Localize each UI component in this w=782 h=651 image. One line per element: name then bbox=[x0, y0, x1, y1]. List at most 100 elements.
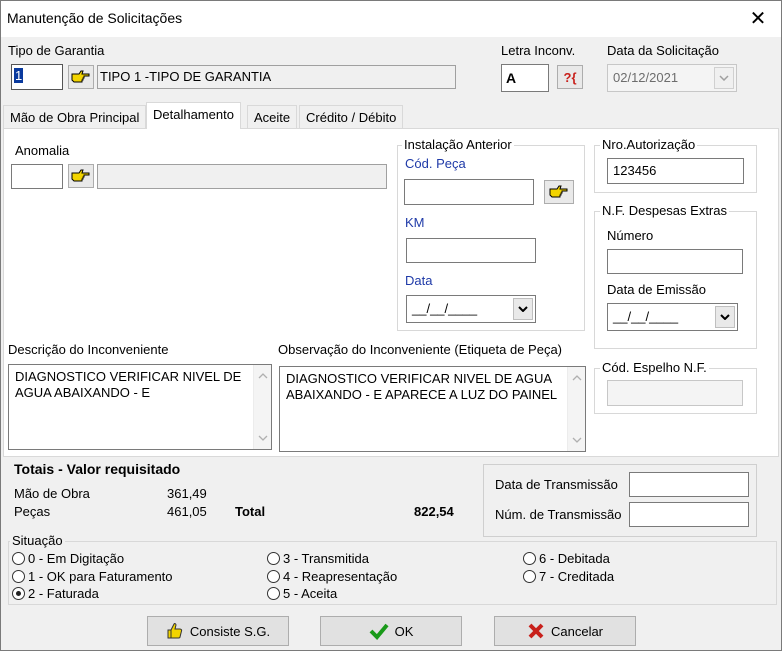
descricao-textarea[interactable]: DIAGNOSTICO VERIFICAR NIVEL DE AGUA ABAI… bbox=[8, 364, 272, 450]
data-emissao-label: Data de Emissão bbox=[607, 282, 706, 297]
km-label: KM bbox=[405, 215, 425, 230]
tipo-garantia-label: Tipo de Garantia bbox=[8, 43, 105, 58]
consiste-button[interactable]: Consiste S.G. bbox=[147, 616, 289, 646]
numero-input[interactable] bbox=[607, 249, 743, 274]
data-emissao-value: __/__/____ bbox=[613, 309, 679, 324]
cod-peca-input[interactable] bbox=[404, 179, 534, 205]
x-icon bbox=[527, 622, 545, 640]
situacao-option-label: 7 - Creditada bbox=[539, 569, 615, 584]
nf-despesas-title: N.F. Despesas Extras bbox=[600, 203, 729, 218]
anomalia-label: Anomalia bbox=[15, 143, 70, 158]
tipo-garantia-code-input[interactable]: 1 bbox=[11, 64, 63, 90]
situacao-option-0[interactable]: 0 - Em Digitação bbox=[12, 551, 124, 566]
window-title: Manutenção de Solicitações bbox=[7, 10, 183, 26]
observacao-label: Observação do Inconveniente (Etiqueta de… bbox=[278, 342, 563, 357]
cod-espelho-input bbox=[607, 380, 743, 406]
close-button[interactable]: ✕ bbox=[735, 1, 781, 37]
situacao-option-1[interactable]: 1 - OK para Faturamento bbox=[12, 569, 173, 584]
data-label: Data bbox=[405, 273, 433, 288]
data-transmissao-input[interactable] bbox=[629, 472, 749, 497]
data-solicitacao-value: 02/12/2021 bbox=[613, 70, 679, 85]
letra-inconv-help-button[interactable]: ?{ bbox=[557, 65, 583, 89]
tipo-garantia-desc-field: TIPO 1 -TIPO DE GARANTIA bbox=[97, 65, 456, 89]
numero-label: Número bbox=[607, 228, 654, 243]
radio-button-selected[interactable] bbox=[12, 587, 25, 600]
tab-detalhamento[interactable]: Detalhamento bbox=[146, 102, 241, 129]
anomalia-lookup-button[interactable] bbox=[68, 164, 94, 188]
pointing-hand-icon bbox=[71, 70, 90, 83]
radio-button[interactable] bbox=[12, 570, 25, 583]
situacao-option-label: 4 - Reapresentação bbox=[283, 569, 398, 584]
data-instalacao-value: __/__/____ bbox=[412, 301, 478, 316]
chevron-down-icon[interactable] bbox=[715, 306, 735, 328]
tipo-garantia-lookup-button[interactable] bbox=[68, 65, 94, 89]
data-transmissao-label: Data de Transmissão bbox=[495, 477, 618, 492]
situacao-option-7[interactable]: 7 - Creditada bbox=[523, 569, 614, 584]
situacao-option-label: 6 - Debitada bbox=[539, 551, 610, 566]
pecas-value: 461,05 bbox=[167, 504, 207, 519]
radio-button[interactable] bbox=[267, 552, 280, 565]
radio-button[interactable] bbox=[523, 570, 536, 583]
descricao-value: DIAGNOSTICO VERIFICAR NIVEL DE AGUA ABAI… bbox=[15, 369, 242, 400]
tab-aceite[interactable]: Aceite bbox=[247, 105, 298, 129]
data-emissao-picker[interactable]: __/__/____ bbox=[607, 303, 738, 331]
radio-button[interactable] bbox=[12, 552, 25, 565]
situacao-option-5[interactable]: 5 - Aceita bbox=[267, 586, 337, 601]
descricao-label: Descrição do Inconveniente bbox=[8, 342, 169, 357]
num-transmissao-label: Núm. de Transmissão bbox=[495, 507, 622, 522]
situacao-option-label: 3 - Transmitida bbox=[283, 551, 369, 566]
total-value: 822,54 bbox=[414, 504, 454, 519]
situacao-option-label: 2 - Faturada bbox=[28, 586, 99, 601]
anomalia-desc-field bbox=[97, 164, 387, 189]
letra-inconv-input[interactable]: A bbox=[501, 64, 549, 92]
situacao-option-label: 1 - OK para Faturamento bbox=[28, 569, 173, 584]
instalacao-anterior-title: Instalação Anterior bbox=[402, 137, 514, 152]
tab-credito-debito[interactable]: Crédito / Débito bbox=[299, 105, 404, 129]
ok-button[interactable]: OK bbox=[320, 616, 462, 646]
situacao-option-3[interactable]: 3 - Transmitida bbox=[267, 551, 369, 566]
situacao-option-label: 5 - Aceita bbox=[283, 586, 338, 601]
tab-mao-de-obra-principal[interactable]: Mão de Obra Principal bbox=[3, 105, 147, 129]
data-instalacao-picker[interactable]: __/__/____ bbox=[406, 295, 536, 323]
chevron-down-icon[interactable] bbox=[513, 298, 533, 320]
situacao-option-label: 0 - Em Digitação bbox=[28, 551, 125, 566]
anomalia-code-input[interactable] bbox=[11, 164, 63, 189]
mao-obra-value: 361,49 bbox=[167, 486, 207, 501]
situacao-option-6[interactable]: 6 - Debitada bbox=[523, 551, 610, 566]
descricao-scrollbar[interactable] bbox=[253, 365, 271, 449]
title-bar: Manutenção de Solicitações ✕ bbox=[1, 1, 781, 37]
radio-button[interactable] bbox=[267, 570, 280, 583]
num-transmissao-input[interactable] bbox=[629, 502, 749, 527]
observacao-value: DIAGNOSTICO VERIFICAR NIVEL DE AGUA ABAI… bbox=[286, 371, 558, 402]
dialog-window: Manutenção de Solicitações ✕ Tipo de Gar… bbox=[0, 0, 782, 651]
cod-espelho-title: Cód. Espelho N.F. bbox=[600, 360, 709, 375]
cod-peca-label: Cód. Peça bbox=[405, 156, 466, 171]
cancelar-button-label: Cancelar bbox=[550, 623, 604, 639]
cod-peca-lookup-button[interactable] bbox=[544, 180, 574, 204]
pointing-hand-icon bbox=[549, 185, 568, 198]
total-label: Total bbox=[235, 504, 266, 519]
situacao-option-2[interactable]: 2 - Faturada bbox=[12, 586, 99, 601]
cancelar-button[interactable]: Cancelar bbox=[494, 616, 636, 646]
nro-autorizacao-input[interactable]: 123456 bbox=[607, 158, 744, 184]
data-solicitacao-picker: 02/12/2021 bbox=[607, 64, 737, 92]
data-solicitacao-label: Data da Solicitação bbox=[607, 43, 720, 58]
totais-title: Totais - Valor requisitado bbox=[14, 461, 181, 477]
km-input[interactable] bbox=[406, 238, 536, 263]
nro-autorizacao-title: Nro.Autorização bbox=[600, 137, 698, 152]
thumbs-up-icon bbox=[166, 622, 184, 640]
radio-button[interactable] bbox=[523, 552, 536, 565]
radio-button[interactable] bbox=[267, 587, 280, 600]
chevron-down-icon bbox=[714, 67, 734, 89]
help-icon: ?{ bbox=[563, 69, 577, 85]
check-icon bbox=[369, 622, 389, 640]
pointing-hand-icon bbox=[71, 169, 90, 182]
mao-obra-label: Mão de Obra bbox=[14, 486, 90, 501]
pecas-label: Peças bbox=[14, 504, 51, 519]
letra-inconv-label: Letra Inconv. bbox=[501, 43, 576, 58]
observacao-textarea[interactable]: DIAGNOSTICO VERIFICAR NIVEL DE AGUA ABAI… bbox=[279, 366, 586, 452]
tipo-garantia-code-value: 1 bbox=[14, 68, 24, 83]
situacao-option-4[interactable]: 4 - Reapresentação bbox=[267, 569, 397, 584]
observacao-scrollbar[interactable] bbox=[567, 367, 585, 451]
situacao-label: Situação bbox=[10, 533, 65, 548]
